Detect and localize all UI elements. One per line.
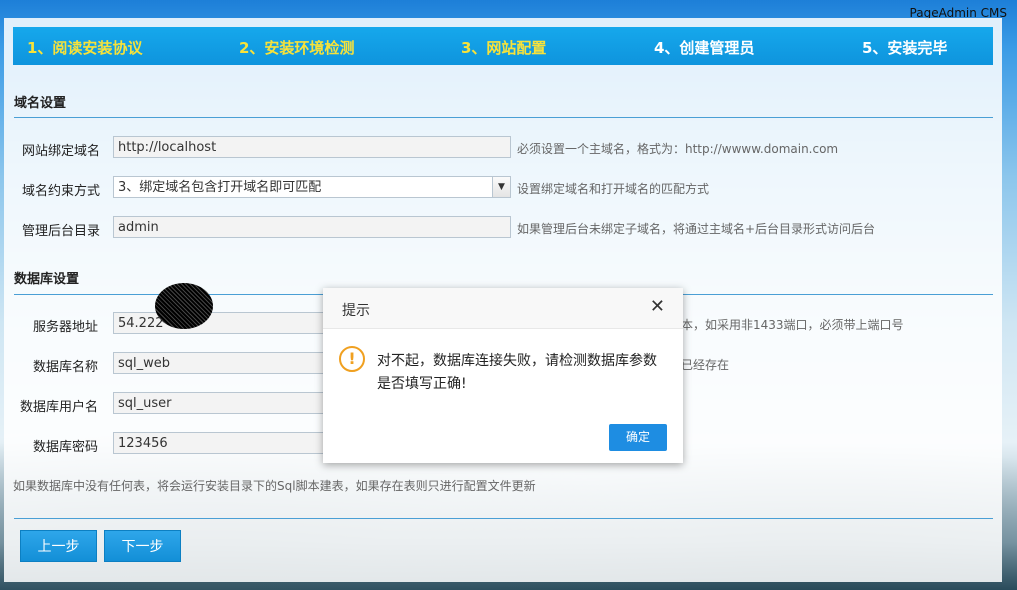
db-user-label: 数据库用户名 <box>19 400 98 415</box>
divider <box>14 518 993 519</box>
step-5: 5、安装完毕 <box>862 39 948 57</box>
step-2: 2、安装环境检测 <box>239 39 355 57</box>
domain-label: 网站绑定域名 <box>21 144 100 159</box>
server-hint: 本，如采用非1433端口，必须带上端口号 <box>681 318 904 332</box>
domain-input[interactable]: http://localhost <box>113 136 511 158</box>
dialog-title: 提示 <box>342 303 370 319</box>
server-label: 服务器地址 <box>32 320 98 335</box>
ok-button[interactable]: 确定 <box>609 424 667 451</box>
admin-dir-hint: 如果管理后台未绑定子域名，将通过主域名+后台目录形式访问后台 <box>517 222 876 236</box>
step-4: 4、创建管理员 <box>654 39 755 57</box>
domain-section-title: 域名设置 <box>14 96 67 111</box>
admin-dir-input[interactable]: admin <box>113 216 511 238</box>
domain-match-row: 域名约束方式 3、绑定域名包含打开域名即可匹配 ▼ 设置绑定域名和打开域名的匹配… <box>4 176 994 202</box>
step-3: 3、网站配置 <box>461 39 547 57</box>
close-icon[interactable]: ✕ <box>650 298 665 316</box>
next-button[interactable]: 下一步 <box>104 530 181 562</box>
alert-dialog: 提示 ✕ ! 对不起，数据库连接失败，请检测数据库参数是否填写正确! 确定 <box>323 288 683 463</box>
divider <box>14 117 993 118</box>
dialog-header: 提示 ✕ <box>323 288 683 329</box>
warning-icon: ! <box>339 346 365 372</box>
db-name-hint: 已经存在 <box>681 358 730 372</box>
db-name-label: 数据库名称 <box>32 360 98 375</box>
step-bar: 1、阅读安装协议 2、安装环境检测 3、网站配置 4、创建管理员 5、安装完毕 <box>13 27 993 65</box>
dialog-message: 对不起，数据库连接失败，请检测数据库参数是否填写正确! <box>377 353 657 392</box>
prev-button[interactable]: 上一步 <box>20 530 97 562</box>
redaction-scribble <box>155 283 213 329</box>
domain-field-row: 网站绑定域名 http://localhost 必须设置一个主域名，格式为：ht… <box>4 136 994 162</box>
domain-match-select[interactable]: 3、绑定域名包含打开域名即可匹配 ▼ <box>113 176 511 198</box>
domain-match-value: 3、绑定域名包含打开域名即可匹配 <box>118 180 322 195</box>
admin-dir-row: 管理后台目录 admin 如果管理后台未绑定子域名，将通过主域名+后台目录形式访… <box>4 216 994 242</box>
admin-dir-label: 管理后台目录 <box>21 224 100 239</box>
domain-match-label: 域名约束方式 <box>21 184 100 199</box>
db-password-label: 数据库密码 <box>32 440 98 455</box>
db-section-title: 数据库设置 <box>14 272 80 287</box>
chevron-down-icon[interactable]: ▼ <box>492 177 510 197</box>
db-note: 如果数据库中没有任何表，将会运行安装目录下的Sql脚本建表，如果存在表则只进行配… <box>13 479 536 493</box>
domain-hint: 必须设置一个主域名，格式为：http://wwww.domain.com <box>517 142 839 156</box>
domain-match-hint: 设置绑定域名和打开域名的匹配方式 <box>517 182 710 196</box>
step-1: 1、阅读安装协议 <box>27 39 143 57</box>
